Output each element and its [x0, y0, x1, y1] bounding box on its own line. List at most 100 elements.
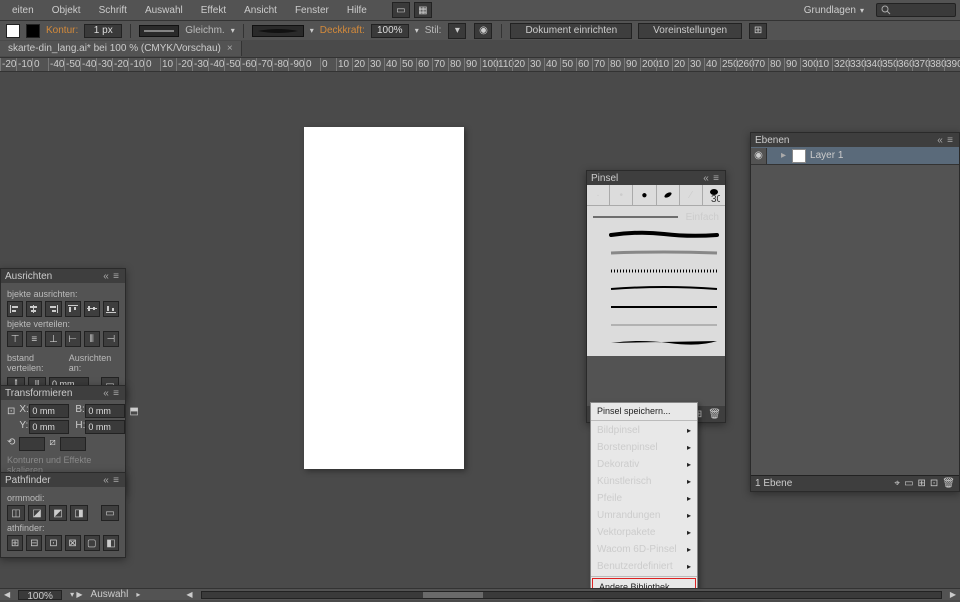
align-bottom-icon[interactable]: [103, 301, 119, 317]
brush-thumb[interactable]: •: [610, 185, 633, 205]
menu-umrandungen[interactable]: Umrandungen▸: [591, 507, 697, 524]
align-left-icon[interactable]: [7, 301, 23, 317]
trim-icon[interactable]: ⊟: [26, 535, 42, 551]
layer-row[interactable]: ◉ ▸ Layer 1: [751, 147, 959, 165]
align-icon[interactable]: ⊞: [749, 23, 767, 39]
menu-item[interactable]: Ansicht: [236, 2, 285, 19]
menu-item[interactable]: Effekt: [193, 2, 234, 19]
close-icon[interactable]: ×: [227, 43, 233, 54]
dist-vcenter-icon[interactable]: ≡: [26, 331, 42, 347]
locate-icon[interactable]: ⌖: [894, 478, 900, 489]
shear-angle-input[interactable]: [60, 437, 86, 451]
brush-dropdown[interactable]: [252, 25, 304, 37]
intersect-icon[interactable]: ◩: [49, 505, 67, 521]
align-vcenter-icon[interactable]: [84, 301, 100, 317]
arrange-icon[interactable]: ▦: [414, 2, 432, 18]
menu-item[interactable]: Objekt: [44, 2, 89, 19]
dist-top-icon[interactable]: ⊤: [7, 331, 23, 347]
brush-item[interactable]: [591, 226, 721, 244]
zoom-input[interactable]: 100%: [18, 590, 62, 600]
dist-hcenter-icon[interactable]: ⫴: [84, 331, 100, 347]
menu-pfeile[interactable]: Pfeile▸: [591, 490, 697, 507]
align-right-icon[interactable]: [45, 301, 61, 317]
dist-bottom-icon[interactable]: ⊥: [45, 331, 61, 347]
y-input[interactable]: [29, 420, 69, 434]
scrollbar-h[interactable]: [201, 591, 942, 599]
merge-icon[interactable]: ⊡: [45, 535, 61, 551]
menu-vektorpakete[interactable]: Vektorpakete▸: [591, 524, 697, 541]
dist-left-icon[interactable]: ⊢: [65, 331, 81, 347]
visibility-icon[interactable]: ◉: [751, 148, 767, 164]
stroke-swatch[interactable]: [26, 24, 40, 38]
menu-dekorativ[interactable]: Dekorativ▸: [591, 456, 697, 473]
collapse-icon[interactable]: «: [935, 135, 945, 146]
new-layer-icon[interactable]: ⊡: [930, 478, 938, 489]
outline-icon[interactable]: ▢: [84, 535, 100, 551]
menu-save-brushes[interactable]: Pinsel speichern...: [591, 403, 697, 419]
fill-swatch[interactable]: [6, 24, 20, 38]
stroke-width-input[interactable]: 1 px: [84, 24, 122, 38]
workspace-switcher[interactable]: Grundlagen▾: [798, 2, 870, 19]
menu-icon[interactable]: ≡: [111, 271, 121, 282]
menu-item[interactable]: Fenster: [287, 2, 337, 19]
preferences-button[interactable]: Voreinstellungen: [638, 23, 742, 39]
menu-item[interactable]: Auswahl: [137, 2, 191, 19]
brush-thumb[interactable]: ·: [587, 185, 610, 205]
brush-thumb[interactable]: ∕: [680, 185, 703, 205]
opacity-input[interactable]: 100%: [371, 24, 409, 38]
h-input[interactable]: [85, 420, 125, 434]
crop-icon[interactable]: ⊠: [65, 535, 81, 551]
minus-back-icon[interactable]: ◧: [103, 535, 119, 551]
divide-icon[interactable]: ⊞: [7, 535, 23, 551]
search-input[interactable]: [876, 3, 956, 17]
delete-brush-icon[interactable]: 🗑: [708, 409, 721, 420]
brush-thumb[interactable]: 30: [703, 185, 725, 205]
clip-icon[interactable]: ▭: [904, 478, 913, 489]
collapse-icon[interactable]: «: [701, 173, 711, 184]
document-tab[interactable]: skarte-din_lang.ai* bei 100 % (CMYK/Vors…: [0, 41, 242, 56]
menu-icon[interactable]: ≡: [111, 388, 121, 399]
brush-item[interactable]: [591, 298, 721, 316]
new-sublayer-icon[interactable]: ⊞: [918, 478, 926, 489]
menu-wacom[interactable]: Wacom 6D-Pinsel▸: [591, 541, 697, 558]
collapse-icon[interactable]: «: [101, 475, 111, 486]
brush-item[interactable]: [591, 280, 721, 298]
expand-button[interactable]: ▭: [101, 505, 119, 521]
brush-thumb[interactable]: [657, 185, 680, 205]
recolor-icon[interactable]: ◉: [474, 23, 492, 39]
align-top-icon[interactable]: [65, 301, 81, 317]
menu-item[interactable]: Hilfe: [339, 2, 375, 19]
collapse-icon[interactable]: «: [101, 388, 111, 399]
brush-item[interactable]: [591, 244, 721, 262]
style-dropdown[interactable]: ▾: [448, 23, 466, 39]
brush-thumb[interactable]: ●: [633, 185, 656, 205]
doc-setup-button[interactable]: Dokument einrichten: [510, 23, 632, 39]
angle-input[interactable]: [19, 437, 45, 451]
brush-item[interactable]: [591, 262, 721, 280]
rotate-input[interactable]: ⟲: [7, 437, 15, 451]
align-hcenter-icon[interactable]: [26, 301, 42, 317]
reference-point-icon[interactable]: ⊡: [7, 406, 15, 432]
menu-item[interactable]: Schrift: [91, 2, 135, 19]
brush-item[interactable]: [591, 334, 721, 352]
layout-icon[interactable]: ▭: [392, 2, 410, 18]
w-input[interactable]: [85, 404, 125, 418]
menu-icon[interactable]: ≡: [945, 135, 955, 146]
menu-borstenpinsel[interactable]: Borstenpinsel▸: [591, 439, 697, 456]
collapse-icon[interactable]: «: [101, 271, 111, 282]
exclude-icon[interactable]: ◨: [70, 505, 88, 521]
menu-item[interactable]: eiten: [4, 2, 42, 19]
profile-dropdown[interactable]: [139, 25, 179, 37]
layer-name[interactable]: Layer 1: [810, 150, 843, 161]
menu-icon[interactable]: ≡: [711, 173, 721, 184]
shear-input[interactable]: ⧄: [49, 437, 55, 451]
brush-item[interactable]: Einfach: [591, 208, 721, 226]
x-input[interactable]: [29, 404, 69, 418]
delete-layer-icon[interactable]: 🗑: [942, 478, 955, 489]
link-icon[interactable]: ⬒: [129, 406, 138, 432]
menu-bildpinsel[interactable]: Bildpinsel▸: [591, 422, 697, 439]
menu-icon[interactable]: ≡: [111, 475, 121, 486]
brush-item[interactable]: [591, 316, 721, 334]
menu-kuenstlerisch[interactable]: Künstlerisch▸: [591, 473, 697, 490]
minus-front-icon[interactable]: ◪: [28, 505, 46, 521]
